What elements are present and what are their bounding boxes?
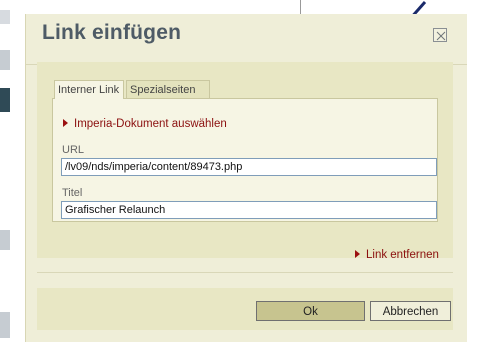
dialog-title-bar: Link einfügen (26, 14, 467, 64)
close-icon (436, 31, 446, 41)
cancel-button[interactable]: Abbrechen (370, 301, 451, 321)
select-document-label: Imperia-Dokument auswählen (74, 118, 227, 130)
tab-label: Interner Link (58, 84, 120, 96)
footer-divider (37, 272, 453, 273)
ok-button[interactable]: Ok (256, 301, 365, 321)
title-input[interactable] (61, 201, 437, 219)
background-block (0, 230, 10, 250)
tab-special-pages[interactable]: Spezialseiten (126, 80, 210, 98)
triangle-right-icon (355, 250, 360, 258)
triangle-right-icon (63, 119, 68, 127)
url-input[interactable] (61, 158, 437, 176)
background-block (0, 10, 10, 24)
remove-link[interactable]: Link entfernen (355, 249, 439, 261)
background-divider (300, 0, 301, 14)
internal-link-panel: Imperia-Dokument auswählen URL Titel (52, 98, 438, 222)
background-block (0, 88, 10, 112)
dialog-title: Link einfügen (42, 21, 182, 44)
close-button[interactable] (433, 28, 447, 42)
url-label: URL (62, 144, 85, 156)
tab-label: Spezialseiten (130, 84, 196, 96)
background-block (0, 50, 10, 70)
background-block (0, 312, 10, 338)
select-document-link[interactable]: Imperia-Dokument auswählen (63, 118, 227, 130)
tab-internal-link[interactable]: Interner Link (54, 80, 124, 99)
remove-link-label: Link entfernen (366, 249, 439, 261)
title-label: Titel (62, 187, 83, 199)
